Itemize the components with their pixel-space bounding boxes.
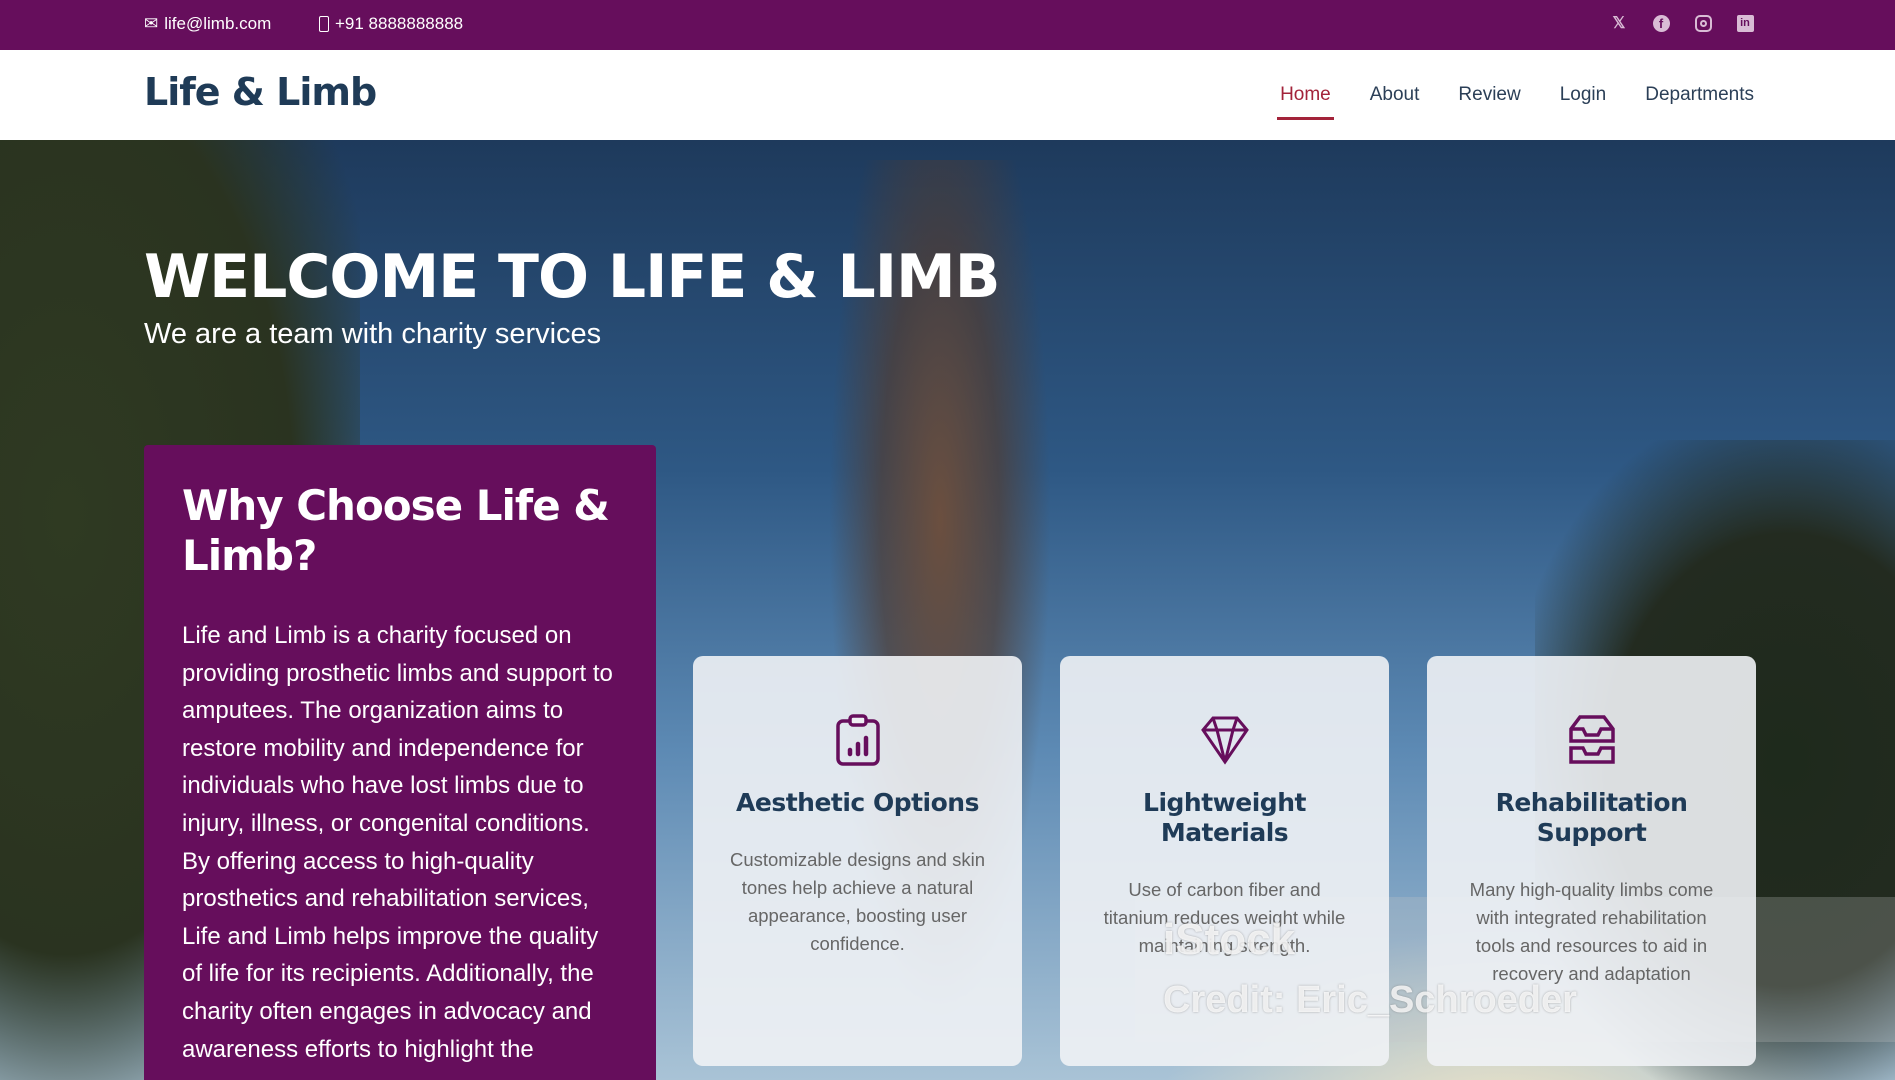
x-icon[interactable]: 𝕏 [1609,13,1629,33]
phone-text[interactable]: +91 8888888888 [335,14,463,34]
contact-phone[interactable]: +91 8888888888 [319,14,463,34]
contact-email[interactable]: ✉ life@limb.com [144,14,271,34]
card-title: Aesthetic Options [736,788,979,817]
card-text: Use of carbon fiber and titanium reduces… [1103,879,1346,956]
inbox-tray-icon [1568,715,1615,764]
diamond-icon [1200,716,1249,765]
facebook-icon[interactable]: f [1651,13,1671,33]
clipboard-chart-icon [835,714,880,766]
hero-subtitle: We are a team with charity services [144,318,602,350]
linkedin-icon[interactable]: in [1735,13,1755,33]
why-choose-title: Why Choose Life & Limb? [182,481,610,580]
nav-home[interactable]: Home [1277,84,1334,120]
card-text: Customizable designs and skin tones help… [729,849,986,954]
social-links: 𝕏 f in [1609,13,1755,33]
card-title: Rehabilitation Support [1495,788,1688,847]
email-text[interactable]: life@limb.com [164,14,271,34]
card-text: Many high-quality limbs come with integr… [1469,879,1714,984]
envelope-icon: ✉ [144,14,159,33]
site-header: Life & Limb Home About Review Login Depa… [0,50,1895,140]
why-choose-panel: Why Choose Life & Limb? Life and Limb is… [144,445,656,1080]
feature-card-aesthetic: Aesthetic Options Customizable designs a… [693,656,1022,1066]
mobile-phone-icon [319,16,329,32]
hero-section: WELCOME TO LIFE & LIMB We are a team wit… [0,140,1895,1080]
why-choose-text: Life and Limb is a charity focused on pr… [182,622,613,1063]
site-logo[interactable]: Life & Limb [144,70,377,114]
top-bar: ✉ life@limb.com +91 8888888888 𝕏 f in [0,0,1895,50]
card-title: Lightweight Materials [1143,788,1306,847]
nav-review[interactable]: Review [1458,84,1520,106]
nav-about[interactable]: About [1370,84,1420,106]
feature-card-rehabilitation: Rehabilitation Support Many high-quality… [1427,656,1756,1066]
instagram-icon[interactable] [1693,13,1713,33]
nav-login[interactable]: Login [1560,84,1607,106]
feature-card-lightweight: Lightweight Materials Use of carbon fibe… [1060,656,1389,1066]
main-nav: Home About Review Login Departments [1277,84,1754,120]
hero-title: WELCOME TO LIFE & LIMB [144,242,1000,312]
nav-departments[interactable]: Departments [1645,84,1754,106]
